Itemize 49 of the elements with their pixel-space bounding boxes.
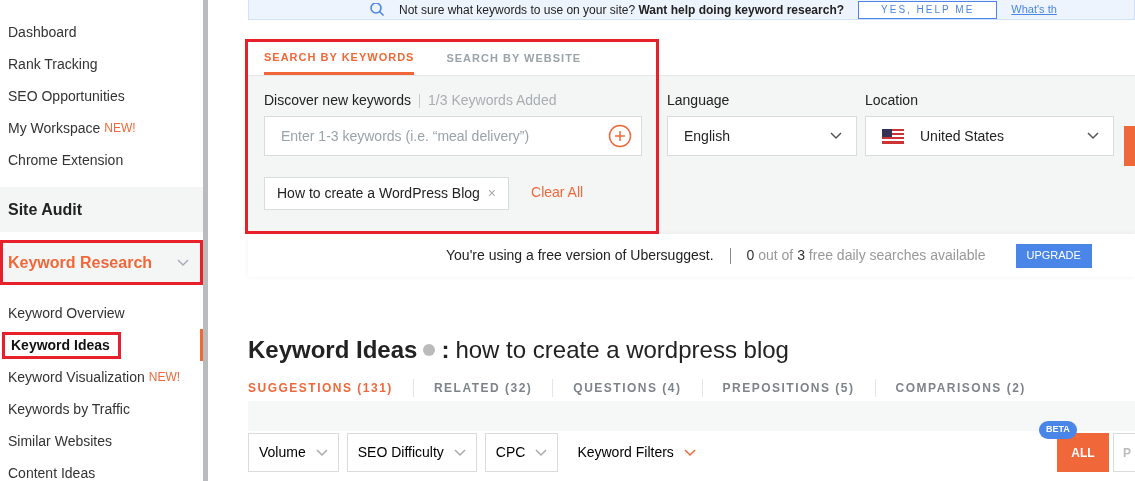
field-label: Language (667, 91, 731, 110)
search-icon (369, 2, 385, 17)
sidebar-link[interactable]: Rank Tracking (8, 53, 98, 75)
sidebar-link[interactable]: Keyword Visualization (8, 366, 145, 388)
sidebar-link[interactable]: SEO Opportunities (8, 85, 125, 107)
sidebar-link[interactable]: Keyword Overview (8, 302, 125, 324)
banner-text: Not sure what keywords to use on your site? Want help doing keyword research? (399, 1, 845, 19)
query-text: : how to create a wordpress blog (441, 335, 789, 365)
new-label: NEW! (104, 120, 136, 137)
plus-icon[interactable] (608, 124, 632, 148)
filter-dropdown[interactable]: Volume (248, 433, 339, 472)
sidebar-link[interactable]: Similar Websites (8, 430, 112, 452)
chevron-down-icon (683, 448, 696, 457)
chip-text: How to create a WordPress Blog (277, 184, 480, 203)
sidebar-section[interactable]: Site Audit (0, 187, 203, 232)
select-value: English (684, 126, 730, 146)
select-field[interactable]: United States (865, 116, 1114, 156)
sidebar-link[interactable]: Keywords by Traffic (8, 398, 130, 420)
field-label: Discover new keywords (264, 92, 412, 108)
keyword-input[interactable]: Enter 1-3 keywords (i.e. “meal delivery”) (264, 116, 642, 156)
page-title: Keyword Ideas (248, 335, 418, 365)
field-label: Location (865, 91, 919, 110)
new-label: NEW! (148, 369, 181, 386)
upgrade-button[interactable]: UPGRADE (1015, 243, 1092, 268)
chevron-down-icon (1087, 132, 1099, 140)
sidebar-link[interactable]: Content Ideas (8, 462, 96, 481)
beta-badge: BETA (1039, 421, 1077, 439)
chevron-down-icon (453, 448, 466, 457)
sidebar-link[interactable]: Keyword Ideas (2, 331, 121, 359)
filter-dropdown[interactable]: SEO Difficulty (346, 433, 477, 472)
yes-help-button[interactable]: YES, HELP ME (858, 0, 998, 19)
notice-text: You're using a free version of Ubersuggest. (446, 246, 714, 265)
filter-dropdown[interactable]: CPC (484, 433, 559, 472)
flag-icon (882, 128, 904, 144)
help-icon (423, 344, 436, 356)
sidebar-link[interactable]: My Workspace (8, 117, 101, 139)
result-tab[interactable]: QUESTIONS (4) (552, 379, 702, 397)
chevron-down-icon (535, 448, 548, 457)
sidebar-link[interactable]: Chrome Extension (8, 149, 124, 171)
keyword-count: 1/3 Keywords Added (428, 92, 557, 108)
result-tab[interactable]: RELATED (32) (412, 379, 553, 397)
result-tab[interactable]: PREPOSITIONS (5) (701, 379, 875, 397)
chevron-down-icon (830, 132, 842, 140)
select-value: United States (920, 126, 1005, 146)
chevron-down-icon (315, 448, 328, 457)
usage-text: 0 out of 3 free daily searches available (746, 246, 986, 265)
sidebar-link[interactable]: Dashboard (8, 21, 77, 43)
result-tab[interactable]: COMPARISONS (2) (874, 379, 1046, 397)
select-field[interactable]: English (667, 116, 857, 156)
